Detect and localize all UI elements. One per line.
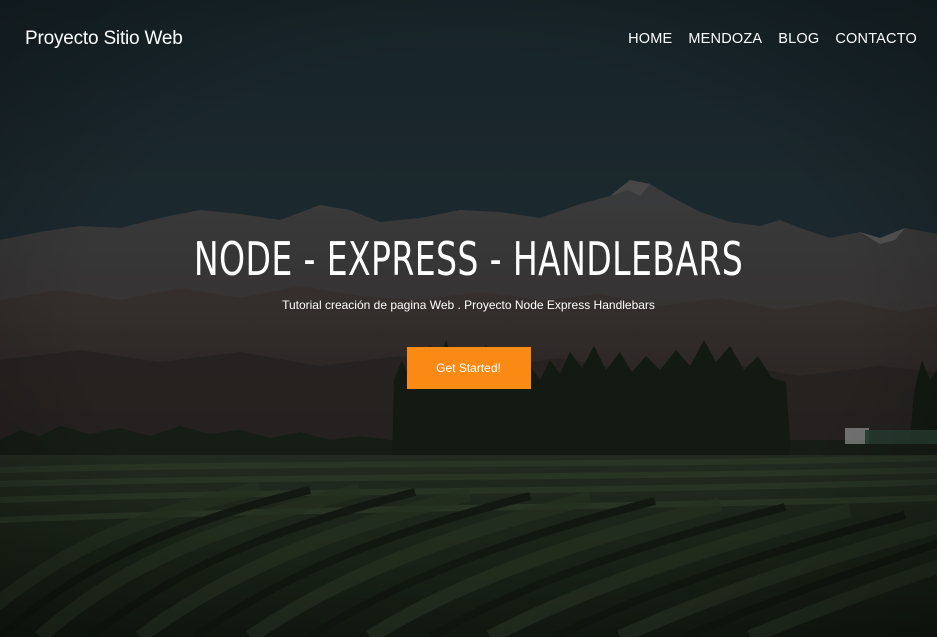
hero-content: NODE - EXPRESS - HANDLEBARS Tutorial cre… — [0, 222, 937, 389]
nav-item-mendoza: MENDOZA — [688, 30, 762, 48]
top-navbar: Proyecto Sitio Web HOME MENDOZA BLOG CON… — [0, 0, 937, 76]
nav-item-home: HOME — [628, 30, 672, 48]
brand-link[interactable]: Proyecto Sitio Web — [25, 28, 183, 50]
hero-title: NODE - EXPRESS - HANDLEBARS — [193, 232, 744, 286]
nav-menu: HOME MENDOZA BLOG CONTACTO — [628, 30, 917, 48]
nav-item-blog: BLOG — [778, 30, 819, 48]
nav-link-mendoza[interactable]: MENDOZA — [688, 31, 762, 47]
nav-link-contacto[interactable]: CONTACTO — [835, 31, 917, 47]
nav-item-contacto: CONTACTO — [835, 30, 917, 48]
nav-link-home[interactable]: HOME — [628, 31, 672, 47]
hero-subtitle: Tutorial creación de pagina Web . Proyec… — [282, 298, 655, 312]
nav-link-blog[interactable]: BLOG — [778, 31, 819, 47]
hero-section: Proyecto Sitio Web HOME MENDOZA BLOG CON… — [0, 0, 937, 637]
get-started-button[interactable]: Get Started! — [406, 347, 531, 389]
